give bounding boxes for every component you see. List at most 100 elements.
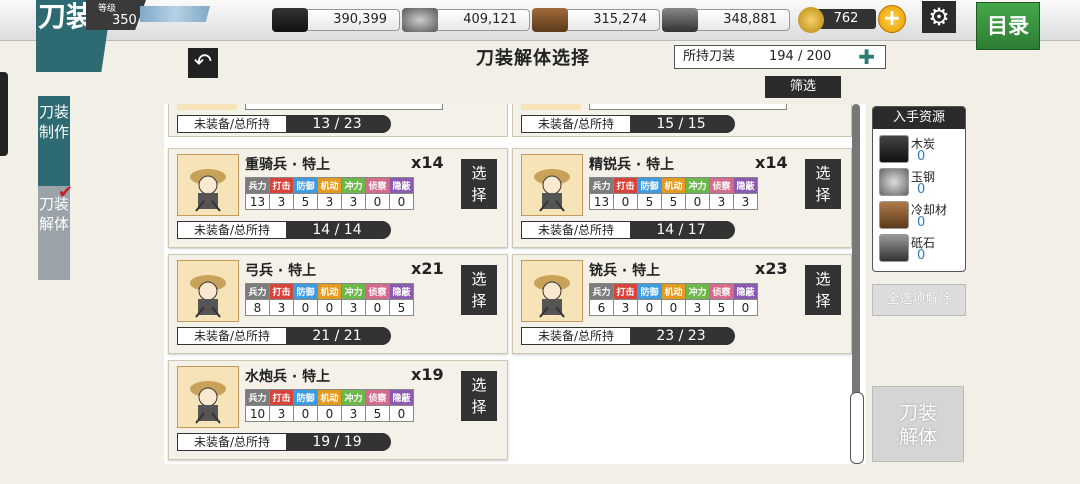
disassemble-label: 刀装解体 bbox=[898, 402, 937, 448]
stat-header: 隐蔽 bbox=[389, 389, 414, 406]
equipped-label: 未装备/总所持 bbox=[521, 327, 631, 345]
stat-header: 兵力 bbox=[245, 283, 270, 300]
equipment-card[interactable]: 水炮兵 · 特上 x19 兵力 打击 防御 机动 冲力 侦察 隐蔽 10 3 0 0 3 5 0 选择 … bbox=[168, 360, 508, 460]
stat-header: 防御 bbox=[293, 177, 318, 194]
equipped-footer: 未装备/总所持 14 / 14 bbox=[177, 221, 391, 239]
stat-value: 0 bbox=[389, 193, 414, 210]
stat-header: 机动 bbox=[317, 389, 342, 406]
equipped-value: 19 / 19 bbox=[312, 434, 362, 450]
select-button[interactable]: 选择 bbox=[461, 265, 497, 315]
stat-header: 隐蔽 bbox=[733, 283, 758, 300]
stat-value: 5 bbox=[365, 405, 390, 422]
stat-value: 0 bbox=[365, 299, 390, 316]
stat-table: 兵力 打击 防御 机动 冲力 侦察 隐蔽 10 3 0 0 3 5 0 bbox=[245, 389, 414, 422]
equipped-value: 21 / 21 bbox=[312, 328, 362, 344]
gained-whetstone: 砥石 0 bbox=[879, 234, 963, 266]
stat-header: 隐蔽 bbox=[389, 177, 414, 194]
stat-header: 侦察 bbox=[365, 283, 390, 300]
scrollbar-thumb[interactable] bbox=[850, 392, 864, 464]
stat-header: 兵力 bbox=[589, 283, 614, 300]
stat-value: 0 bbox=[293, 405, 318, 422]
equipment-list[interactable]: 未装备/总所持 13 / 23 未装备/总所持 15 / 15 重骑兵 · 特上 bbox=[164, 104, 866, 464]
expand-capacity-button[interactable]: ✚ bbox=[858, 46, 875, 68]
stat-row-partial bbox=[245, 104, 443, 110]
equipped-label: 未装备/总所持 bbox=[177, 327, 287, 345]
resource-coolant: 315,274 bbox=[532, 8, 660, 32]
equipment-name: 铳兵 · 特上 bbox=[589, 263, 661, 279]
resource-charcoal-value: 390,399 bbox=[300, 9, 400, 31]
stat-header: 兵力 bbox=[589, 177, 614, 194]
stat-value: 0 bbox=[637, 299, 662, 316]
equipment-card[interactable]: 铳兵 · 特上 x23 兵力 打击 防御 机动 冲力 侦察 隐蔽 6300350 选择 未装… bbox=[512, 254, 852, 354]
owned-value: 194 / 200 bbox=[769, 49, 832, 64]
gained-steel-qty: 0 bbox=[917, 182, 926, 197]
stat-value: 5 bbox=[293, 193, 318, 210]
whetstone-icon bbox=[879, 234, 909, 262]
soldier-portrait bbox=[177, 154, 239, 216]
resource-charcoal: 390,399 bbox=[272, 8, 400, 32]
equipped-footer: 未装备/总所持 14 / 17 bbox=[521, 221, 735, 239]
stat-header: 冲力 bbox=[341, 283, 366, 300]
portrait bbox=[177, 104, 237, 110]
select-label: 选择 bbox=[471, 164, 487, 204]
stat-value: 0 bbox=[733, 299, 758, 316]
stat-value: 3 bbox=[685, 299, 710, 316]
experience-bar bbox=[140, 6, 210, 22]
equipped-footer: 未装备/总所持 23 / 23 bbox=[521, 327, 735, 345]
equipped-label: 未装备/总所持 bbox=[521, 221, 631, 239]
level-value: 350 bbox=[112, 13, 137, 28]
stat-value: 3 bbox=[613, 299, 638, 316]
tab-craft[interactable]: 刀装制作 bbox=[38, 96, 70, 186]
menu-button[interactable]: 目录 bbox=[976, 2, 1040, 50]
gained-coolant-qty: 0 bbox=[917, 215, 926, 230]
stat-header: 防御 bbox=[637, 177, 662, 194]
portrait bbox=[521, 104, 581, 110]
equipment-card[interactable]: 重骑兵 · 特上 x14 兵力 打击 防御 机动 冲力 侦察 隐蔽 13 3 5 3 3 0 0 选择 … bbox=[168, 148, 508, 248]
gained-coolant: 冷却材 0 bbox=[879, 201, 963, 233]
select-button[interactable]: 选择 bbox=[805, 159, 841, 209]
stat-header: 兵力 bbox=[245, 177, 270, 194]
equipment-card[interactable]: 精锐兵 · 特上 x14 兵力 打击 防御 机动 冲力 侦察 隐蔽 13 0 5 5 0 3 3 选择 … bbox=[512, 148, 852, 248]
equipped-footer: 未装备/总所持 19 / 19 bbox=[177, 433, 391, 451]
filter-button[interactable]: 筛选 bbox=[765, 76, 841, 98]
add-coins-button[interactable]: + bbox=[878, 5, 906, 33]
select-button[interactable]: 选择 bbox=[461, 371, 497, 421]
select-button[interactable]: 选择 bbox=[461, 159, 497, 209]
select-button[interactable]: 选择 bbox=[805, 265, 841, 315]
equipment-card[interactable]: 弓兵 · 特上 x21 兵力 打击 防御 机动 冲力 侦察 隐蔽 8300305 选择 未装… bbox=[168, 254, 508, 354]
list-item[interactable]: 未装备/总所持 15 / 15 bbox=[512, 104, 852, 137]
page-title: 刀装解体选择 bbox=[476, 48, 590, 69]
disassemble-button[interactable]: 刀装解体 bbox=[872, 386, 964, 462]
select-label: 选择 bbox=[815, 270, 831, 310]
stat-value: 13 bbox=[245, 193, 270, 210]
stat-header: 冲力 bbox=[685, 177, 710, 194]
equipment-count: x23 bbox=[755, 259, 788, 278]
resource-whetstone: 348,881 bbox=[662, 8, 790, 32]
equipment-count: x14 bbox=[755, 153, 788, 172]
steel-icon bbox=[879, 168, 909, 196]
stat-value: 13 bbox=[589, 193, 614, 210]
stat-value: 8 bbox=[245, 299, 270, 316]
select-label: 选择 bbox=[471, 270, 487, 310]
clear-selection-button[interactable]: 全选项解除 bbox=[872, 284, 966, 316]
stat-value: 5 bbox=[637, 193, 662, 210]
resource-coolant-value: 315,274 bbox=[560, 9, 660, 31]
back-button[interactable]: ↶ bbox=[188, 48, 218, 78]
settings-gear-icon[interactable]: ⚙ bbox=[922, 1, 956, 33]
list-item[interactable]: 未装备/总所持 13 / 23 bbox=[168, 104, 508, 137]
charcoal-icon bbox=[272, 8, 308, 32]
equipment-count: x19 bbox=[411, 365, 444, 384]
equipment-name: 重骑兵 · 特上 bbox=[245, 157, 331, 173]
stat-header: 侦察 bbox=[709, 177, 734, 194]
stat-value: 0 bbox=[317, 405, 342, 422]
gained-resources-title: 入手资源 bbox=[873, 107, 965, 129]
resource-whetstone-value: 348,881 bbox=[690, 9, 790, 31]
stat-value: 6 bbox=[589, 299, 614, 316]
coolant-icon bbox=[879, 201, 909, 229]
stat-header: 侦察 bbox=[365, 389, 390, 406]
equipment-name: 水炮兵 · 特上 bbox=[245, 369, 331, 385]
stat-header: 打击 bbox=[613, 283, 638, 300]
stat-value: 0 bbox=[661, 299, 686, 316]
stat-header: 机动 bbox=[661, 177, 686, 194]
coolant-icon bbox=[532, 8, 568, 32]
